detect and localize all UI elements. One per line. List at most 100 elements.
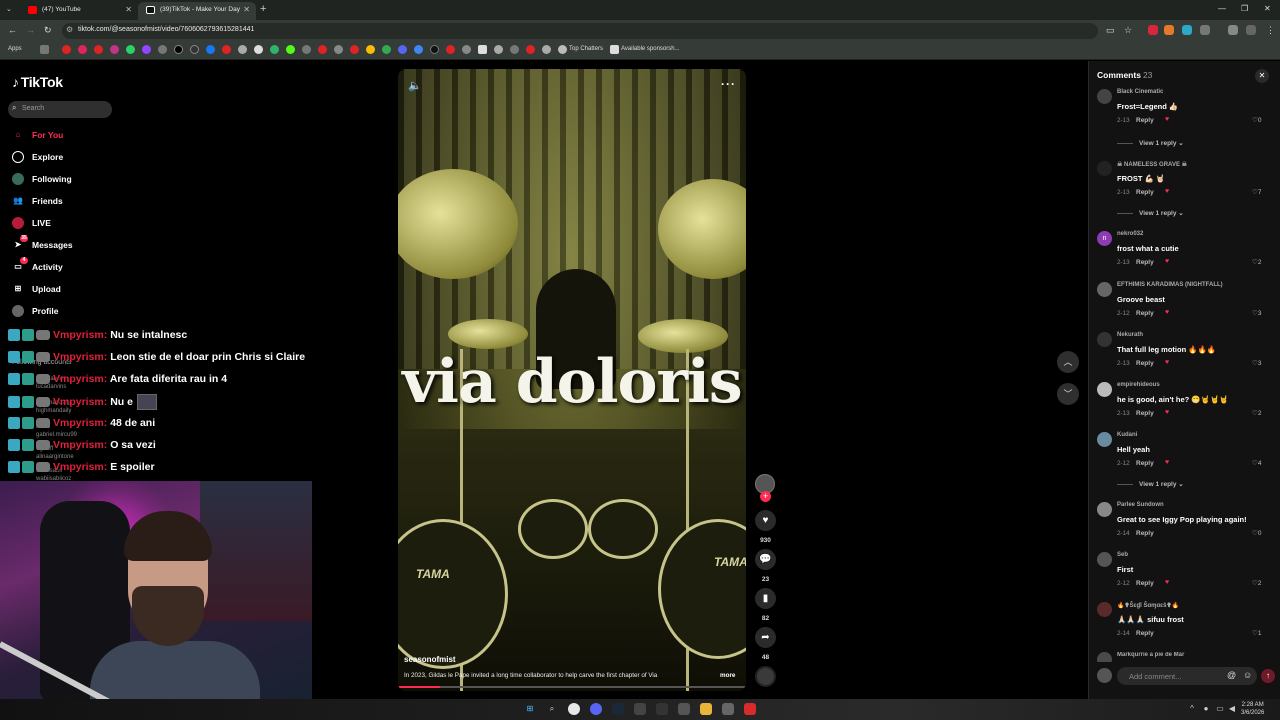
commenter-avatar[interactable] [1097, 652, 1112, 662]
bookmark-icon[interactable] [334, 45, 343, 54]
tab-search-icon[interactable]: ⌄ [6, 5, 12, 13]
windows-start-icon[interactable]: ⊞ [524, 703, 536, 715]
volume-icon[interactable]: ◀ [1226, 703, 1238, 715]
extensions-puzzle-icon[interactable] [1200, 25, 1210, 35]
grid-icon[interactable] [40, 45, 49, 54]
commenter-name[interactable]: empirehideous [1117, 382, 1160, 388]
site-info-icon[interactable]: ⚙ [66, 25, 73, 34]
app-icon[interactable] [656, 703, 668, 715]
commenter-avatar[interactable] [1097, 161, 1112, 176]
comment-like-button[interactable]: ♡3 [1252, 359, 1261, 367]
bookmark-icon[interactable] [158, 45, 167, 54]
sidebar-item-profile[interactable]: Profile [12, 304, 122, 320]
browser-tab-tiktok[interactable]: (39)TikTok - Make Your Day ✕ [138, 2, 256, 20]
browser-tab-youtube[interactable]: (47) YouTube ✕ [20, 2, 138, 20]
app-icon[interactable] [634, 703, 646, 715]
bookmark-icon[interactable] [78, 45, 87, 54]
post-comment-button[interactable]: ↑ [1261, 669, 1275, 683]
sidebar-item-explore[interactable]: Explore [12, 150, 122, 166]
bookmark-star-icon[interactable]: ☆ [1124, 25, 1132, 36]
view-replies-button[interactable]: View 1 reply ⌄ [1117, 139, 1184, 147]
view-replies-button[interactable]: View 1 reply ⌄ [1117, 209, 1184, 217]
commenter-avatar[interactable] [1097, 502, 1112, 517]
reply-button[interactable]: Reply [1136, 630, 1154, 637]
description-more-link[interactable]: more [720, 672, 735, 679]
bookmark-icon[interactable] [350, 45, 359, 54]
reply-button[interactable]: Reply [1136, 360, 1154, 367]
bookmark-icon[interactable] [318, 45, 327, 54]
video-author[interactable]: seasonofmist [404, 655, 456, 664]
commenter-name[interactable]: ☠ NAMELESS GRAVE ☠ [1117, 161, 1187, 168]
back-icon[interactable]: ← [8, 25, 17, 35]
taskbar-clock[interactable]: 2:28 AM 3/6/2026 [1241, 701, 1264, 717]
comment-like-button[interactable]: ♡2 [1252, 258, 1261, 266]
next-video-button[interactable]: ﹀ [1057, 383, 1079, 405]
follow-plus-icon[interactable]: + [760, 491, 771, 502]
bookmark-icon[interactable] [494, 45, 503, 54]
bookmark-icon[interactable] [254, 45, 263, 54]
search-input[interactable]: ⌕ Search [8, 101, 112, 118]
kick-icon[interactable] [286, 45, 295, 54]
comment-like-button[interactable]: ♡7 [1252, 188, 1261, 196]
forward-icon[interactable]: → [26, 25, 35, 35]
sidebar-item-activity[interactable]: ▭ 4 Activity [12, 257, 122, 276]
tray-chevron-icon[interactable]: ^ [1186, 703, 1198, 715]
sidebar-item-upload[interactable]: ⊞ Upload [12, 282, 122, 298]
previous-video-button[interactable]: ︿ [1057, 351, 1079, 373]
chrome-icon[interactable] [568, 703, 580, 715]
facebook-icon[interactable] [206, 45, 215, 54]
commenter-avatar[interactable] [1097, 602, 1112, 617]
settings-icon[interactable] [722, 703, 734, 715]
commenter-name[interactable]: EFTHIMIS KARADIMAS (NIGHTFALL) [1117, 282, 1223, 288]
emoji-icon[interactable]: ☺ [1243, 670, 1252, 680]
share-button[interactable]: ➦ [755, 627, 776, 648]
bookmark-icon[interactable] [222, 45, 231, 54]
reload-icon[interactable]: ↻ [44, 25, 52, 36]
tiktok-icon[interactable] [190, 45, 199, 54]
extension-icon[interactable] [1182, 25, 1192, 35]
discord-icon[interactable] [398, 45, 407, 54]
music-disc-icon[interactable] [755, 666, 776, 687]
commenter-name[interactable]: nekro032 [1117, 231, 1143, 237]
apps-bookmark[interactable]: Apps [8, 46, 22, 52]
like-button[interactable]: ♥ [755, 510, 776, 531]
commenter-avatar[interactable] [1097, 89, 1112, 104]
address-bar[interactable]: ⚙ tiktok.com/@seasonofmist/video/7606062… [62, 23, 1098, 39]
comment-like-button[interactable]: ♡2 [1252, 579, 1261, 587]
app-icon[interactable] [744, 703, 756, 715]
reply-button[interactable]: Reply [1136, 117, 1154, 124]
commenter-name[interactable]: Black Cinematic [1117, 89, 1163, 95]
commenter-avatar[interactable] [1097, 282, 1112, 297]
more-options-icon[interactable]: ··· [721, 77, 736, 91]
bookmark-icon[interactable] [526, 45, 535, 54]
save-button[interactable]: ▮ [755, 588, 776, 609]
network-icon[interactable]: ▭ [1214, 703, 1226, 715]
comment-button[interactable]: 💬 [755, 549, 776, 570]
reply-button[interactable]: Reply [1136, 410, 1154, 417]
bookmark-icon[interactable] [462, 45, 471, 54]
commenter-name[interactable]: Markqurrie a pie de Mar [1117, 652, 1184, 658]
bookmark-icon[interactable] [446, 45, 455, 54]
microphone-icon[interactable]: ● [1200, 703, 1212, 715]
bookmark-icon[interactable] [94, 45, 103, 54]
close-tab-icon[interactable]: ✕ [125, 2, 132, 18]
maximize-icon[interactable]: ❐ [1241, 4, 1248, 13]
minimize-icon[interactable]: — [1218, 4, 1226, 13]
new-tab-icon[interactable]: + [260, 3, 266, 15]
close-comments-button[interactable]: ✕ [1255, 69, 1269, 83]
x-icon[interactable] [174, 45, 183, 54]
commenter-name[interactable]: 🔥✟Ŝɛɠî Ŝɑɱɑɛŝ✟🔥 [1117, 602, 1179, 609]
volume-icon[interactable]: 🔈 [408, 79, 422, 92]
bookmark-icon[interactable] [430, 45, 439, 54]
sidebar-item-messages[interactable]: ➤ 35 Messages [12, 235, 122, 254]
sidebar-item-live[interactable]: LIVE [12, 216, 122, 232]
commenter-name[interactable]: Seb [1117, 552, 1128, 558]
sidebar-item-following[interactable]: Following [12, 172, 122, 188]
close-window-icon[interactable]: ✕ [1264, 4, 1271, 13]
commenter-avatar[interactable] [1097, 382, 1112, 397]
view-replies-button[interactable]: View 1 reply ⌄ [1117, 480, 1184, 488]
commenter-name[interactable]: Nekurath [1117, 332, 1143, 338]
bookmark-icon[interactable] [270, 45, 279, 54]
extension-icon[interactable] [1164, 25, 1174, 35]
bookmark-icon[interactable] [238, 45, 247, 54]
